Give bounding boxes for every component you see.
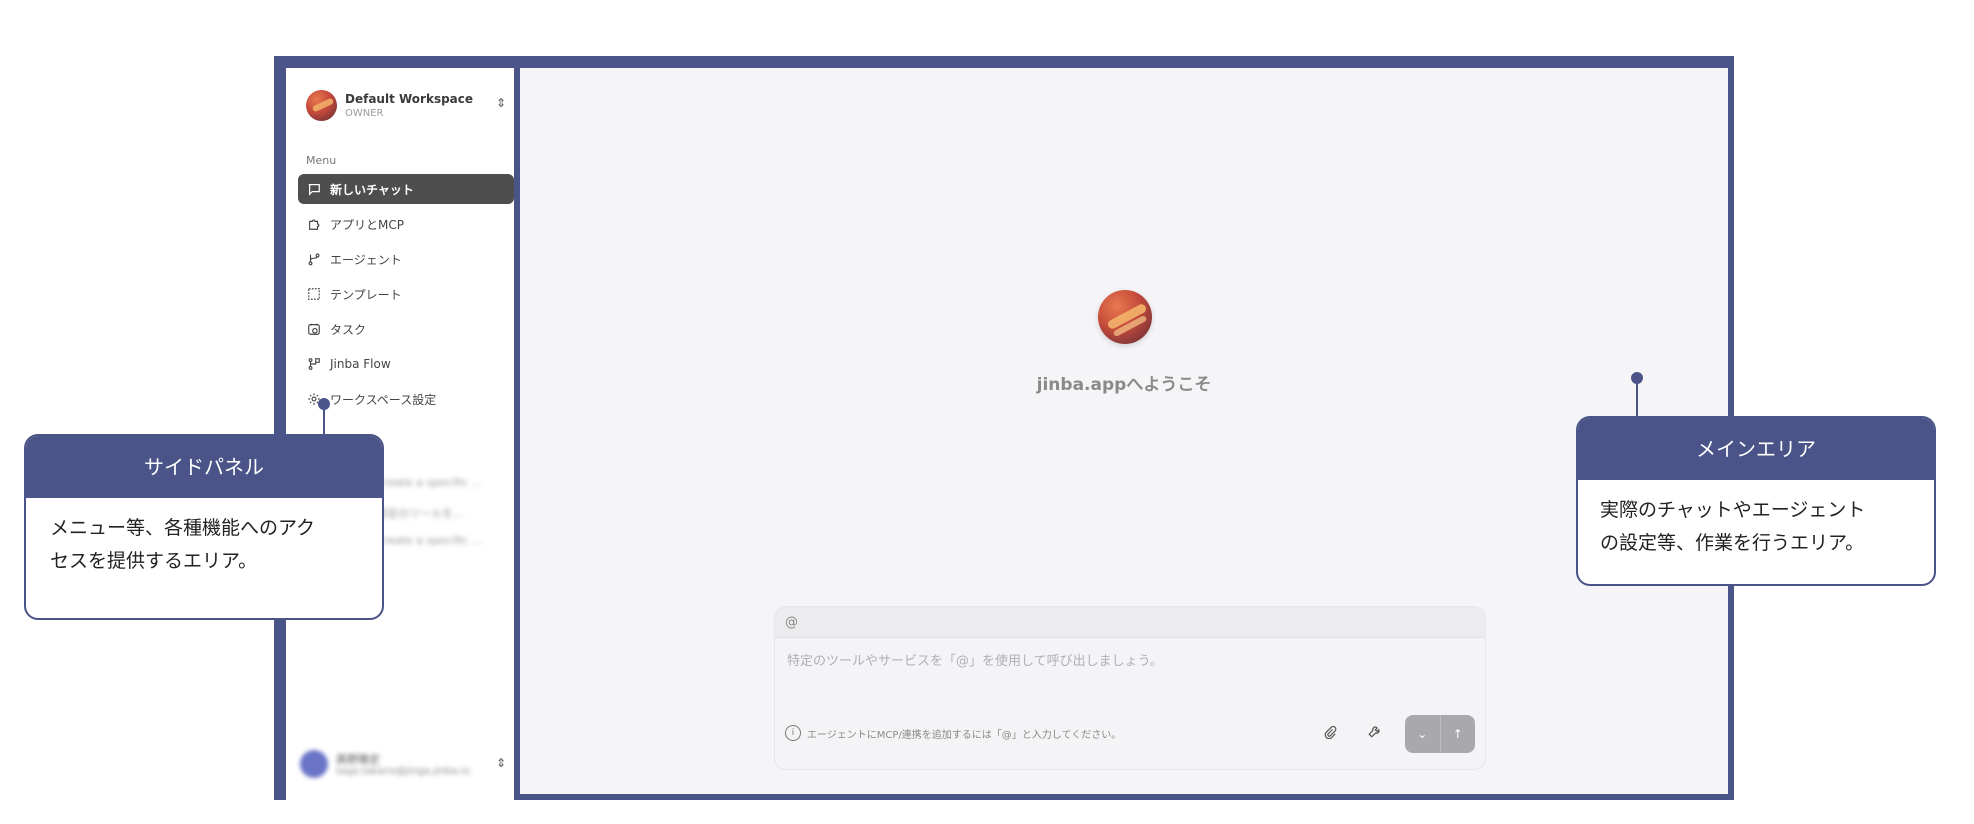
- chevron-up-down-icon: ⇕: [495, 756, 506, 770]
- sidebar-item-label: テンプレート: [330, 287, 402, 302]
- sidebar-item-workspace-settings[interactable]: ワークスペース設定: [298, 384, 514, 414]
- callout-body: 実際のチャットやエージェント の設定等、作業を行うエリア。: [1578, 480, 1934, 560]
- user-menu[interactable]: 髙野雅史 taga.takano@jinga.jinba.io ⇕: [300, 746, 506, 782]
- at-icon: @: [785, 614, 798, 630]
- send-button[interactable]: ↑: [1439, 715, 1476, 753]
- sidebar-item-label: アプリとMCP: [330, 217, 404, 232]
- chat-history-list: Create a specific ... 特定のツールを... Create …: [376, 476, 482, 563]
- chevron-up-down-icon: ⇕: [495, 96, 506, 110]
- sidebar-item-templates[interactable]: テンプレート: [298, 279, 514, 309]
- send-button-group: ⌄ ↑: [1405, 715, 1475, 753]
- mention-bar[interactable]: @: [775, 607, 1485, 638]
- paperclip-icon: [1324, 725, 1337, 739]
- callout-body: メニュー等、各種機能へのアク セスを提供するエリア。: [26, 498, 382, 578]
- callout-main-area: メインエリア 実際のチャットやエージェント の設定等、作業を行うエリア。: [1576, 416, 1936, 586]
- workspace-avatar: [306, 90, 337, 121]
- sidebar-item-label: 新しいチャット: [330, 182, 414, 197]
- callout-line: メニュー等、各種機能へのアク: [50, 517, 316, 539]
- chat-composer: @ i エージェントにMCP/連携を追加するには「@」と入力してください。 ⌄ …: [774, 606, 1486, 770]
- sidebar-item-agents[interactable]: エージェント: [298, 244, 514, 274]
- sidebar-item-label: タスク: [330, 322, 367, 337]
- puzzle-icon: [306, 216, 322, 232]
- send-options-button[interactable]: ⌄: [1405, 715, 1440, 753]
- info-icon: i: [785, 725, 801, 741]
- sidebar-item-new-chat[interactable]: 新しいチャット: [298, 174, 514, 204]
- welcome-title: jinba.appへようこそ: [1036, 375, 1212, 395]
- arrow-up-icon: ↑: [1452, 727, 1463, 741]
- history-item[interactable]: Create a specific ...: [376, 476, 482, 505]
- callout-line: 実際のチャットやエージェント: [1600, 499, 1866, 521]
- flow-icon: [306, 356, 322, 372]
- composer-hint: エージェントにMCP/連携を追加するには「@」と入力してください。: [807, 730, 1122, 741]
- sidebar-item-jinba-flow[interactable]: Jinba Flow: [298, 349, 514, 379]
- history-item[interactable]: 特定のツールを...: [376, 505, 482, 534]
- chat-icon: [306, 181, 322, 197]
- workspace-name: Default Workspace: [345, 92, 474, 106]
- jinba-logo: [1098, 290, 1152, 344]
- sidebar-item-apps-mcp[interactable]: アプリとMCP: [298, 209, 514, 239]
- attach-button[interactable]: [1319, 721, 1341, 743]
- sidebar-item-tasks[interactable]: タスク: [298, 314, 514, 344]
- sidebar-item-label: エージェント: [330, 252, 402, 267]
- main-pin-dot: [1631, 372, 1643, 384]
- callout-title: メインエリア: [1578, 418, 1934, 480]
- clock-icon: [306, 321, 322, 337]
- wrench-icon: [1368, 726, 1380, 738]
- sidebar-item-label: Jinba Flow: [330, 357, 391, 371]
- history-item[interactable]: Create a specific ...: [376, 534, 482, 563]
- side-pin-dot: [318, 398, 330, 410]
- user-name: 髙野雅史: [336, 753, 380, 766]
- avatar: [300, 750, 328, 778]
- tools-button[interactable]: [1363, 721, 1385, 743]
- workspace-role: OWNER: [345, 108, 384, 119]
- chevron-down-icon: ⌄: [1417, 727, 1428, 741]
- callout-side-panel: サイドパネル メニュー等、各種機能へのアク セスを提供するエリア。: [24, 434, 384, 620]
- chat-input[interactable]: [785, 653, 1469, 670]
- menu-label: Menu: [306, 154, 337, 167]
- branch-icon: [306, 251, 322, 267]
- app-window-frame: Default Workspace OWNER ⇕ Menu 新しいチャット ア…: [274, 56, 1734, 800]
- template-icon: [306, 286, 322, 302]
- callout-line: セスを提供するエリア。: [50, 550, 258, 572]
- sidebar-item-label: ワークスペース設定: [330, 392, 437, 407]
- callout-title: サイドパネル: [26, 436, 382, 498]
- main-area: jinba.appへようこそ @ i エージェントにMCP/連携を追加するには「…: [520, 68, 1728, 794]
- main-pin-line: [1636, 378, 1638, 418]
- callout-line: の設定等、作業を行うエリア。: [1600, 532, 1865, 554]
- sidebar-nav: 新しいチャット アプリとMCP エージェント テンプレート タスク Jinba …: [298, 174, 514, 419]
- user-email: taga.takano@jinga.jinba.io: [336, 766, 470, 777]
- workspace-switcher[interactable]: Default Workspace OWNER ⇕: [306, 88, 506, 122]
